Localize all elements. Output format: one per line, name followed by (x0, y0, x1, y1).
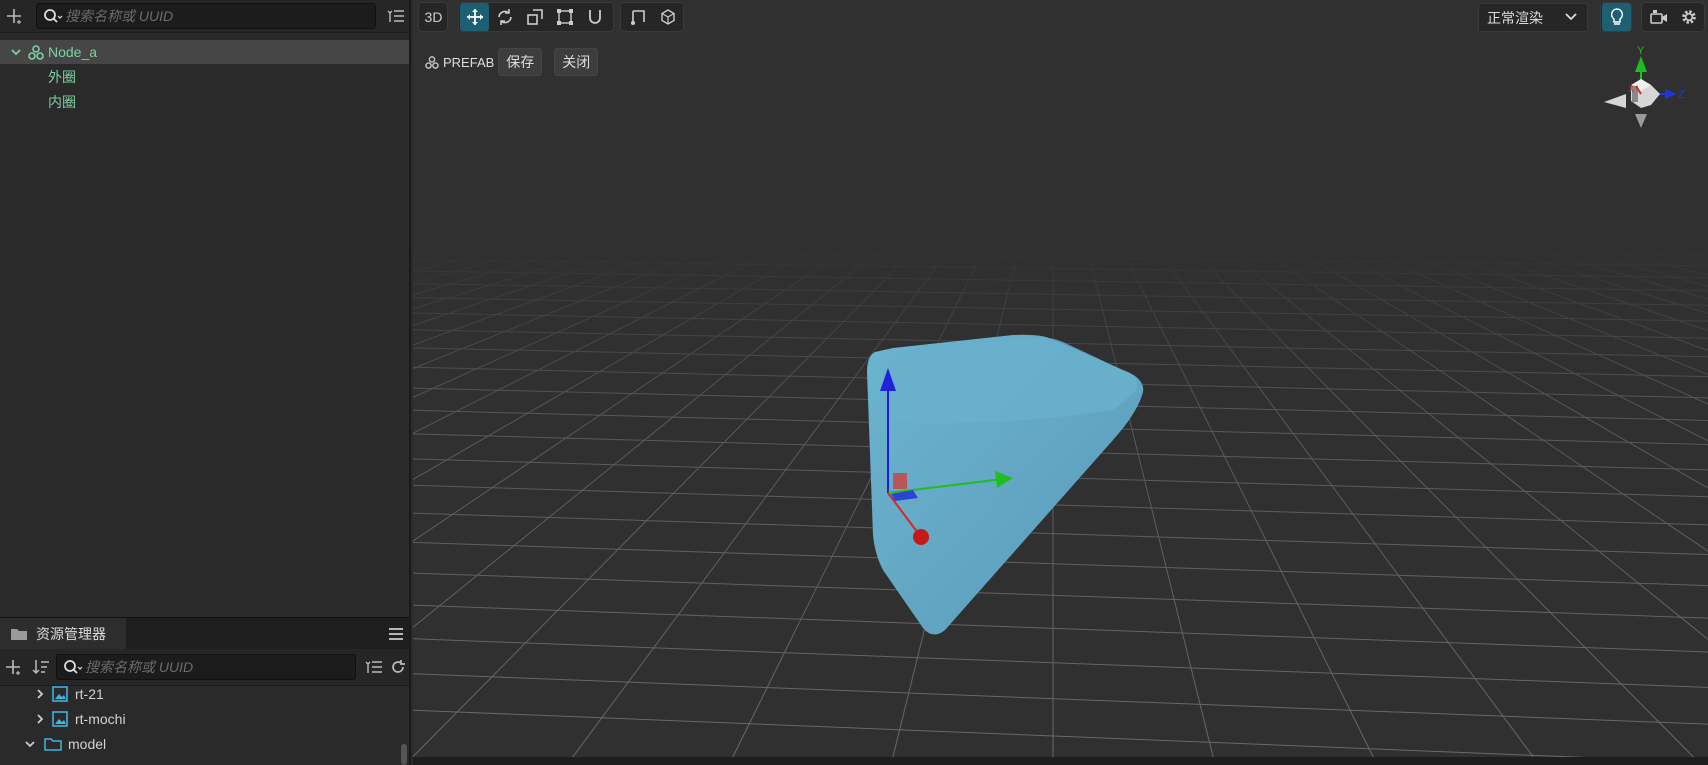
tab-assets[interactable]: 资源管理器 (0, 618, 126, 650)
image-icon (52, 710, 68, 727)
asset-item-label: model (68, 735, 107, 752)
search-icon (63, 659, 83, 675)
chevron-down-icon[interactable] (24, 738, 36, 750)
asset-item-model[interactable]: model (24, 731, 106, 756)
assets-search-field[interactable] (83, 659, 355, 675)
close-button[interactable]: 关闭 (554, 48, 599, 76)
chevron-right-icon[interactable] (34, 688, 46, 700)
sort-icon[interactable] (30, 656, 52, 678)
assets-panel-header: 资源管理器 (0, 617, 409, 650)
scale-icon[interactable] (520, 3, 549, 31)
refresh-icon[interactable] (388, 656, 408, 678)
menu-icon[interactable] (385, 624, 407, 644)
scene-bottom-strip (413, 757, 1708, 765)
hierarchy-search-field[interactable] (63, 8, 375, 24)
tree-node-label: 内圈 (48, 94, 76, 110)
list-filter-icon[interactable] (385, 5, 407, 27)
image-icon (52, 685, 68, 702)
chevron-down-icon[interactable] (10, 46, 22, 58)
hierarchy-toolbar (0, 0, 409, 33)
move-icon[interactable] (460, 3, 489, 31)
rotate-icon[interactable] (490, 3, 519, 31)
3d-toggle-group: 3D (418, 2, 448, 32)
gizmo-x-label: X (1628, 84, 1634, 94)
3d-toggle-button[interactable]: 3D (419, 3, 448, 31)
search-icon (43, 8, 63, 24)
assets-title: 资源管理器 (36, 626, 106, 642)
tree-node-node-a[interactable]: Node_a (0, 40, 409, 64)
light-bulb-icon[interactable] (1602, 3, 1631, 31)
save-button[interactable]: 保存 (498, 48, 543, 76)
local-global-icon[interactable] (623, 3, 652, 31)
transform-tools-group (458, 2, 614, 32)
prefab-label: PREFAB (443, 54, 495, 70)
assets-search-input[interactable] (56, 654, 356, 680)
assets-scrollbar[interactable] (401, 744, 407, 765)
left-panel: Node_a 外圈 内圈 资源管理器 (0, 0, 411, 765)
list-filter-icon[interactable] (364, 656, 384, 678)
tree-node-inner-ring[interactable]: 内圈 (0, 90, 409, 114)
chevron-right-icon[interactable] (34, 713, 46, 725)
folder-icon (10, 627, 28, 641)
asset-item-label: rt-21 (75, 685, 104, 702)
scene-toolbar: 3D 正常渲染 (413, 0, 1708, 36)
rect-icon[interactable] (550, 3, 579, 31)
gizmo-z-label: Z (1678, 89, 1685, 101)
prefab-node-icon (28, 44, 44, 60)
prefab-mesh (867, 334, 1144, 635)
asset-item-label: rt-mochi (75, 710, 126, 727)
tree-node-label: 外圈 (48, 69, 76, 85)
snap-icon[interactable] (580, 3, 609, 31)
add-icon[interactable] (3, 656, 25, 678)
gear-icon[interactable] (1674, 3, 1703, 31)
orientation-gizmo[interactable]: Y Z X (1596, 44, 1686, 139)
render-mode-label: 正常渲染 (1487, 9, 1543, 26)
asset-item-rt-mochi[interactable]: rt-mochi (34, 706, 126, 731)
camera-icon[interactable] (1644, 3, 1673, 31)
prefab-edit-bar: PREFAB 保存 关闭 (425, 48, 599, 76)
light-toggle-group (1600, 2, 1632, 32)
scene-settings-group (1641, 2, 1705, 32)
hierarchy-search-input[interactable] (36, 3, 376, 29)
asset-item-rt-21[interactable]: rt-21 (34, 681, 104, 706)
add-icon[interactable] (4, 5, 26, 27)
pivot-icon[interactable] (653, 3, 682, 31)
pivot-tools-group (620, 2, 684, 32)
tree-node-outer-ring[interactable]: 外圈 (0, 65, 409, 89)
chevron-down-icon (1565, 12, 1577, 22)
render-mode-select[interactable]: 正常渲染 (1478, 3, 1588, 32)
tree-node-label: Node_a (48, 44, 98, 60)
folder-icon (44, 737, 62, 751)
gizmo-y-label: Y (1637, 45, 1645, 57)
prefab-node-icon (425, 55, 439, 69)
scene-view[interactable]: 3D 正常渲染 PREFAB 保存 关闭 Y Z X (413, 0, 1708, 757)
